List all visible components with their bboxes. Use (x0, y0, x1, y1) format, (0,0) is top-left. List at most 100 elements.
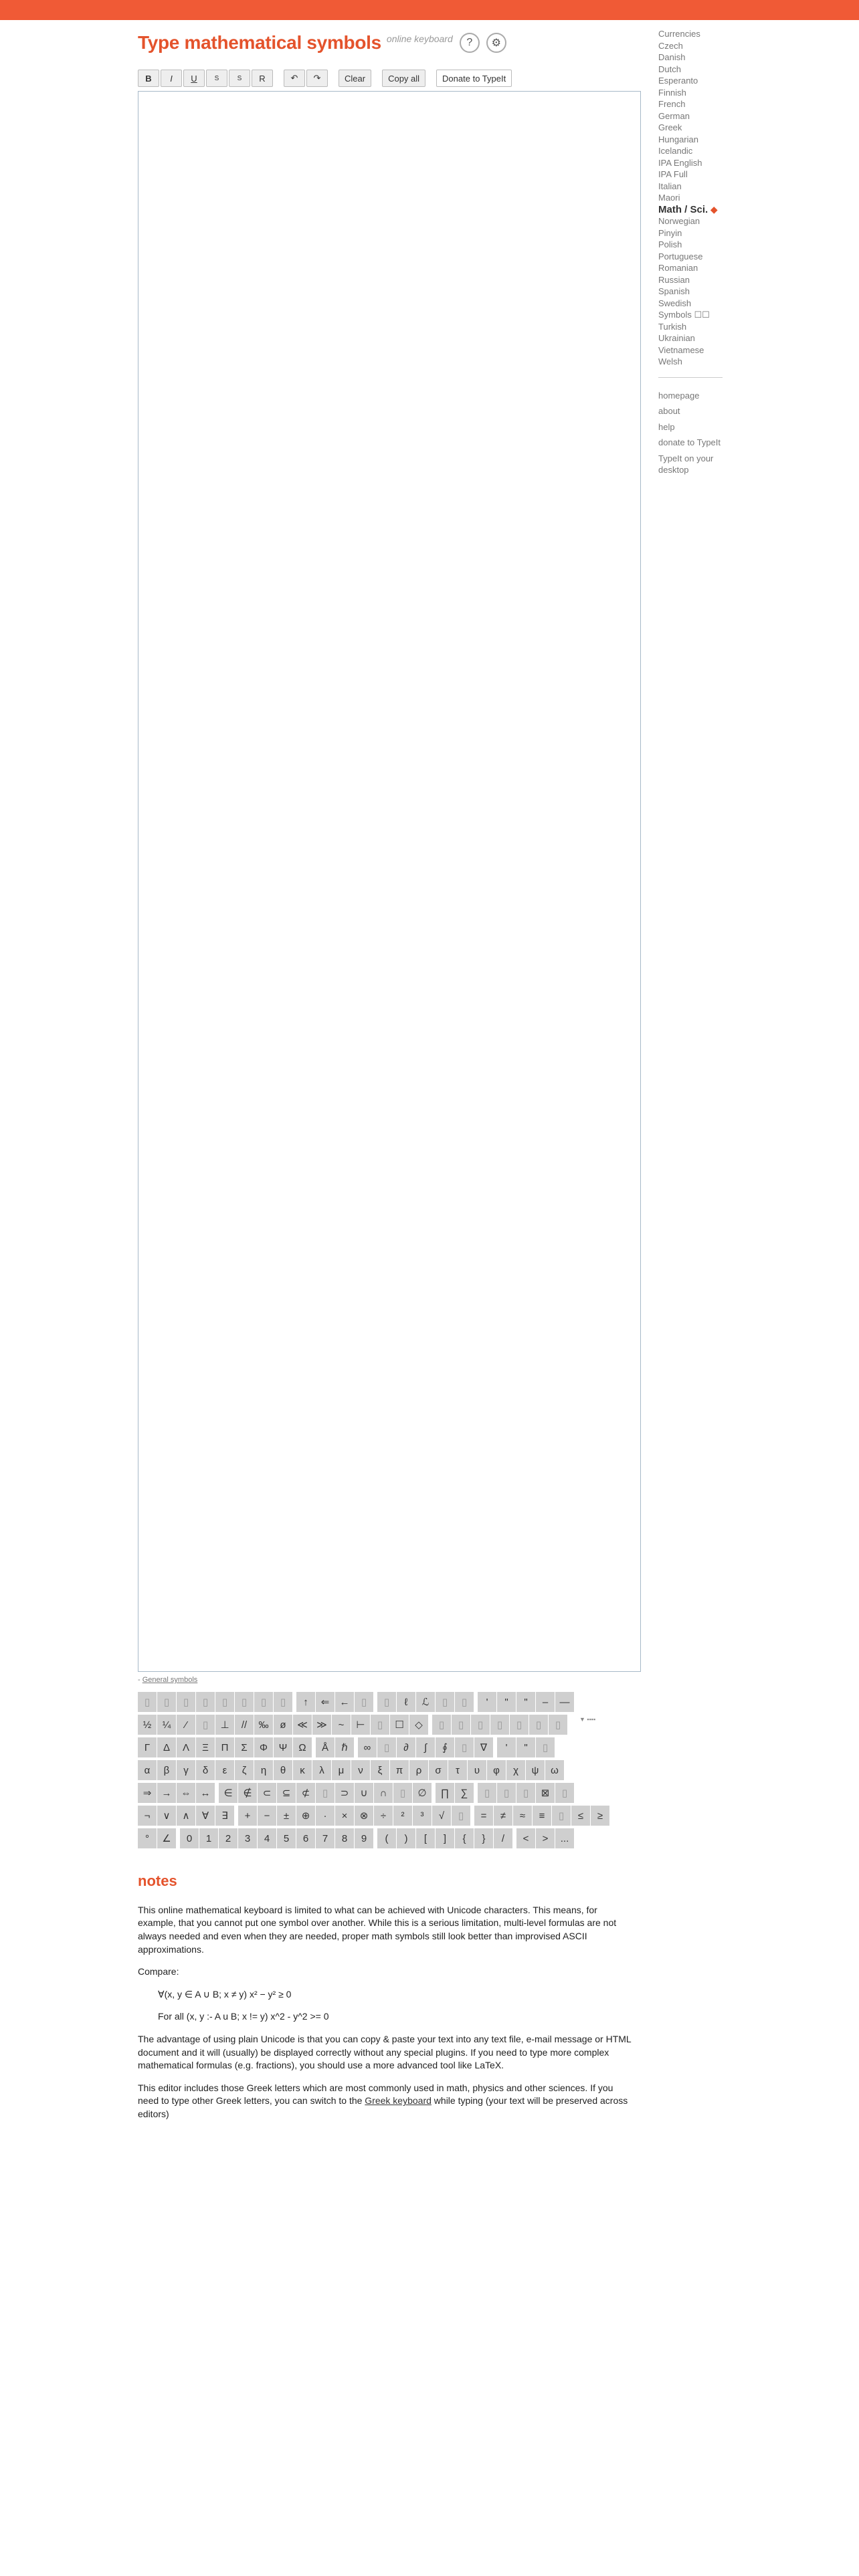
symbol-key[interactable]: ▯ (536, 1737, 555, 1757)
sidebar-language-link[interactable]: Norwegian (658, 215, 732, 227)
symbol-key[interactable]: Ω (293, 1737, 312, 1757)
symbol-key[interactable]: ⊥ (215, 1715, 234, 1735)
symbol-key[interactable]: ▯ (516, 1783, 535, 1803)
sidebar-language-link[interactable]: Czech (658, 40, 732, 52)
symbol-key[interactable]: ▯ (377, 1692, 396, 1712)
symbol-key[interactable]: ▯ (552, 1806, 571, 1826)
symbol-key[interactable]: ⊢ (351, 1715, 370, 1735)
symbol-key[interactable]: ∈ (219, 1783, 237, 1803)
symbol-key[interactable]: 7 (316, 1828, 335, 1848)
symbol-key[interactable]: – (536, 1692, 555, 1712)
symbol-key[interactable]: ▯ (196, 1692, 215, 1712)
symbol-key[interactable]: ρ (409, 1760, 428, 1780)
sidebar-language-link[interactable]: Welsh (658, 356, 732, 368)
symbol-key[interactable]: ∃ (215, 1806, 234, 1826)
sidebar-language-link[interactable]: Hungarian (658, 134, 732, 146)
symbol-key[interactable]: α (138, 1760, 157, 1780)
symbol-key[interactable]: 1 (199, 1828, 218, 1848)
symbol-key[interactable]: γ (177, 1760, 195, 1780)
symbol-key[interactable]: ▯ (355, 1692, 373, 1712)
symbol-key[interactable]: { (455, 1828, 474, 1848)
symbol-key[interactable]: ℏ (335, 1737, 354, 1757)
symbol-key[interactable]: ω (545, 1760, 564, 1780)
symbol-key[interactable]: / (494, 1828, 512, 1848)
sidebar-language-link[interactable]: Russian (658, 274, 732, 286)
underline-button[interactable]: U (183, 70, 205, 87)
sidebar-language-link[interactable]: IPA English (658, 157, 732, 169)
symbol-key[interactable]: ... (555, 1828, 574, 1848)
symbol-key[interactable]: ▯ (478, 1783, 496, 1803)
sidebar-language-link[interactable]: Romanian (658, 262, 732, 274)
clear-button[interactable]: Clear (339, 70, 372, 87)
symbol-key[interactable]: θ (274, 1760, 292, 1780)
symbol-key[interactable]: ⁄ (177, 1715, 195, 1735)
symbol-key[interactable]: ← (335, 1692, 354, 1712)
symbol-key[interactable]: ▯ (432, 1715, 451, 1735)
symbol-key[interactable]: ⊂ (258, 1783, 276, 1803)
symbol-key[interactable]: > (536, 1828, 555, 1848)
symbol-key[interactable]: Ψ (274, 1737, 292, 1757)
symbol-key[interactable]: ▯ (371, 1715, 389, 1735)
symbol-key[interactable]: ▯ (274, 1692, 292, 1712)
symbol-key[interactable]: Λ (177, 1737, 195, 1757)
sidebar-link[interactable]: donate to TypeIt (658, 437, 732, 449)
symbol-key[interactable]: " (516, 1692, 535, 1712)
symbol-key[interactable]: σ (429, 1760, 448, 1780)
symbol-key[interactable]: ≥ (591, 1806, 609, 1826)
symbol-key[interactable]: ' (478, 1692, 496, 1712)
symbol-key[interactable]: ' (497, 1737, 516, 1757)
symbol-key[interactable]: ⊗ (355, 1806, 373, 1826)
symbol-key[interactable]: 9 (355, 1828, 373, 1848)
symbol-key[interactable]: ¼ (157, 1715, 176, 1735)
symbol-key[interactable]: 5 (277, 1828, 296, 1848)
symbol-key[interactable]: ∇ (474, 1737, 493, 1757)
symbol-key[interactable]: ½ (138, 1715, 157, 1735)
symbol-key[interactable]: ≡ (533, 1806, 551, 1826)
symbol-key[interactable]: ↔ (196, 1783, 215, 1803)
sidebar-language-link[interactable]: Spanish (658, 286, 732, 298)
sidebar-language-link[interactable]: Pinyin (658, 227, 732, 239)
symbol-key[interactable]: ▯ (471, 1715, 490, 1735)
symbol-key[interactable]: ± (277, 1806, 296, 1826)
settings-button[interactable]: ⚙ (486, 33, 506, 53)
symbol-key[interactable]: — (555, 1692, 574, 1712)
symbol-key[interactable]: ζ (235, 1760, 254, 1780)
symbol-key[interactable]: 4 (258, 1828, 276, 1848)
symbol-key[interactable]: ∅ (413, 1783, 432, 1803)
symbol-key[interactable]: ▯ (215, 1692, 234, 1712)
symbol-key[interactable]: ‰ (254, 1715, 273, 1735)
symbol-key[interactable]: ° (138, 1828, 157, 1848)
symbol-key[interactable]: ⊄ (296, 1783, 315, 1803)
symbol-key[interactable]: δ (196, 1760, 215, 1780)
symbol-key[interactable]: } (474, 1828, 493, 1848)
symbol-key[interactable]: χ (506, 1760, 525, 1780)
symbol-key[interactable]: Å (316, 1737, 335, 1757)
symbol-key[interactable]: 3 (238, 1828, 257, 1848)
symbol-key[interactable]: ▯ (138, 1692, 157, 1712)
symbol-key[interactable]: ³ (413, 1806, 432, 1826)
sidebar-link[interactable]: homepage (658, 390, 732, 402)
symbol-key[interactable]: 0 (180, 1828, 199, 1848)
symbol-key[interactable]: ξ (371, 1760, 389, 1780)
symbol-key[interactable]: 2 (219, 1828, 237, 1848)
symbol-key[interactable]: ℒ (416, 1692, 435, 1712)
symbol-key[interactable]: ∮ (436, 1737, 454, 1757)
donate-button[interactable]: Donate to TypeIt (436, 70, 512, 87)
help-button[interactable]: ? (459, 33, 480, 53)
symbol-key[interactable]: ψ (526, 1760, 545, 1780)
sidebar-link[interactable]: TypeIt on your desktop (658, 453, 732, 476)
symbol-key[interactable]: ∪ (355, 1783, 373, 1803)
undo-button[interactable]: ↶ (284, 70, 305, 87)
symbol-key[interactable]: < (516, 1828, 535, 1848)
symbol-key[interactable]: ⇒ (138, 1783, 157, 1803)
symbol-key[interactable]: ν (351, 1760, 370, 1780)
symbol-key[interactable]: ÷ (374, 1806, 393, 1826)
symbol-key[interactable]: ( (377, 1828, 396, 1848)
symbol-key[interactable]: Δ (157, 1737, 176, 1757)
symbol-key[interactable]: 8 (335, 1828, 354, 1848)
symbol-key[interactable]: ⇐ (316, 1692, 335, 1712)
symbol-key[interactable]: " (497, 1692, 516, 1712)
sidebar-language-link[interactable]: Finnish (658, 87, 732, 99)
sidebar-language-link[interactable]: Swedish (658, 298, 732, 310)
symbol-key[interactable]: ∀ (196, 1806, 215, 1826)
